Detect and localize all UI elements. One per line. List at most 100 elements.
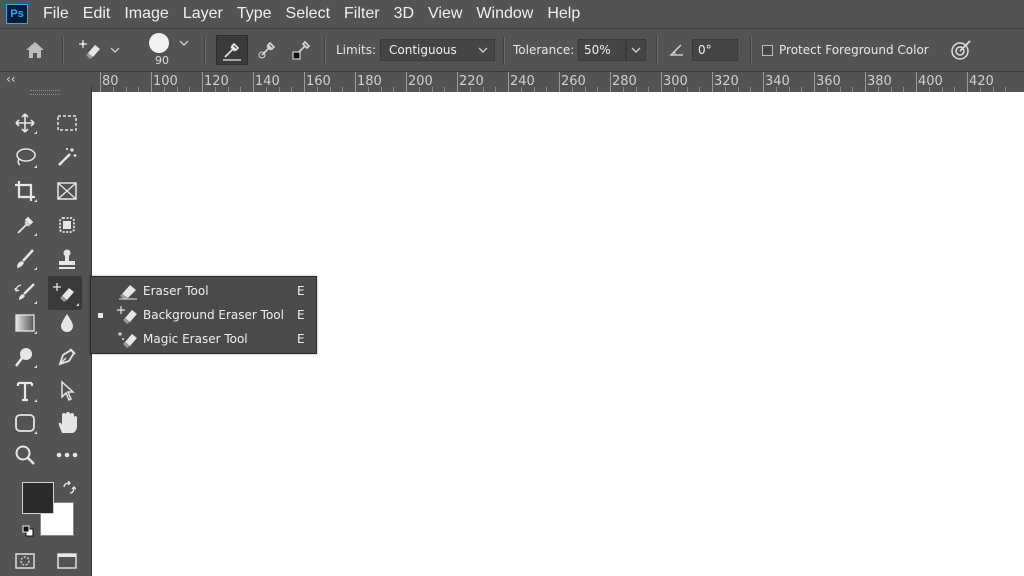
ruler-major-tick bbox=[865, 72, 866, 92]
flyout-item-label: Background Eraser Tool bbox=[143, 308, 284, 322]
flyout-item-eraser[interactable]: Eraser Tool E bbox=[91, 279, 316, 303]
panel-grip[interactable] bbox=[30, 90, 60, 95]
pen-tool[interactable] bbox=[52, 342, 82, 372]
background-eraser-icon bbox=[117, 306, 137, 324]
menu-image[interactable]: Image bbox=[117, 0, 175, 28]
screen-mode-button[interactable] bbox=[52, 546, 82, 576]
tool-group-flag bbox=[34, 165, 37, 168]
arrow-pointer-icon bbox=[61, 380, 75, 402]
hand-tool[interactable] bbox=[52, 408, 82, 438]
ruler-major-tick bbox=[355, 72, 356, 92]
ruler-major-tick bbox=[610, 72, 611, 92]
ruler-major-tick bbox=[202, 72, 203, 92]
selected-indicator bbox=[98, 313, 103, 318]
frame-tool[interactable] bbox=[52, 176, 82, 206]
dodge-tool[interactable] bbox=[10, 342, 40, 372]
gradient-tool[interactable] bbox=[10, 308, 40, 338]
tool-preset-picker[interactable] bbox=[74, 29, 124, 71]
menu-layer[interactable]: Layer bbox=[176, 0, 230, 28]
pressure-size-button[interactable] bbox=[946, 29, 976, 71]
menu-view[interactable]: View bbox=[421, 0, 469, 28]
eyedropper-continuous-icon bbox=[223, 42, 241, 61]
tool-group-flag bbox=[76, 303, 79, 306]
sampling-once-button[interactable] bbox=[252, 29, 282, 71]
tolerance-label: Tolerance: bbox=[513, 43, 575, 57]
menu-select[interactable]: Select bbox=[279, 0, 337, 28]
rectangle-tool[interactable] bbox=[10, 408, 40, 438]
spot-healing-tool[interactable] bbox=[52, 210, 82, 240]
crop-tool[interactable] bbox=[10, 176, 40, 206]
limits-dropdown[interactable]: Contiguous bbox=[380, 39, 495, 61]
tool-group-flag bbox=[34, 365, 37, 368]
chevron-down-icon bbox=[179, 40, 189, 46]
angle-input[interactable]: 0° bbox=[692, 39, 738, 61]
ruler-major-tick bbox=[304, 72, 305, 92]
brush-picker[interactable]: 90 bbox=[144, 29, 194, 71]
path-selection-tool[interactable] bbox=[52, 376, 82, 406]
menu-type[interactable]: Type bbox=[230, 0, 279, 28]
menu-window[interactable]: Window bbox=[469, 0, 540, 28]
home-button[interactable] bbox=[20, 29, 50, 71]
quick-mask-button[interactable] bbox=[10, 546, 40, 576]
limits-label-wrap: Limits: bbox=[336, 29, 376, 71]
sampling-background-swatch-button[interactable] bbox=[286, 29, 316, 71]
horizontal-ruler: 80 100 120 140 160 180 200 220 240 260 280 300 320 34… bbox=[92, 72, 1024, 93]
tolerance-input[interactable]: 50% bbox=[578, 39, 626, 61]
clone-stamp-tool[interactable] bbox=[52, 244, 82, 274]
ruler-major-tick bbox=[559, 72, 560, 92]
edit-toolbar-button[interactable] bbox=[52, 440, 82, 470]
blur-tool[interactable] bbox=[52, 308, 82, 338]
home-icon bbox=[26, 42, 44, 58]
swap-colors-button[interactable] bbox=[62, 480, 77, 499]
magic-eraser-icon bbox=[118, 332, 137, 348]
sampling-continuous-button[interactable] bbox=[216, 35, 248, 65]
ruler-label: 300 bbox=[663, 74, 688, 89]
menu-file[interactable]: File bbox=[36, 0, 76, 28]
flyout-item-magic-eraser[interactable]: Magic Eraser Tool E bbox=[91, 327, 316, 351]
ruler-label: 380 bbox=[867, 74, 892, 89]
frame-icon bbox=[57, 182, 77, 200]
limits-label: Limits: bbox=[336, 43, 377, 57]
eraser-tool[interactable] bbox=[48, 276, 82, 310]
separator bbox=[503, 37, 505, 65]
brush-preview-icon bbox=[149, 33, 169, 53]
flyout-item-label: Eraser Tool bbox=[143, 284, 209, 298]
ruler-major-tick bbox=[967, 72, 968, 92]
screen-mode-icon bbox=[57, 553, 77, 569]
foreground-color-swatch[interactable] bbox=[22, 482, 54, 514]
menu-help[interactable]: Help bbox=[540, 0, 587, 28]
flyout-item-background-eraser[interactable]: Background Eraser Tool E bbox=[91, 303, 316, 327]
rectangle-marquee-icon bbox=[57, 115, 77, 131]
lasso-tool[interactable] bbox=[10, 142, 40, 172]
tolerance-value: 50% bbox=[584, 43, 611, 57]
zoom-icon bbox=[15, 445, 35, 465]
tool-group-flag bbox=[34, 131, 37, 134]
type-tool[interactable] bbox=[10, 376, 40, 406]
tolerance-label-wrap: Tolerance: bbox=[513, 29, 575, 71]
history-brush-tool[interactable] bbox=[10, 278, 40, 308]
pen-icon bbox=[58, 348, 76, 366]
ruler-label: 320 bbox=[714, 74, 739, 89]
menu-filter[interactable]: Filter bbox=[337, 0, 387, 28]
gradient-icon bbox=[15, 314, 35, 332]
stamp-icon bbox=[59, 249, 75, 269]
move-tool[interactable] bbox=[10, 108, 40, 138]
protect-foreground-checkbox[interactable]: Protect Foreground Color bbox=[762, 29, 932, 71]
magic-wand-icon bbox=[58, 148, 77, 166]
brush-tool[interactable] bbox=[10, 244, 40, 274]
ruler-major-tick bbox=[100, 72, 101, 92]
default-colors-button[interactable] bbox=[22, 522, 34, 541]
tolerance-slider-toggle[interactable] bbox=[626, 39, 646, 61]
eyedropper-tool[interactable] bbox=[10, 210, 40, 240]
marquee-tool[interactable] bbox=[52, 108, 82, 138]
menu-3d[interactable]: 3D bbox=[387, 0, 421, 28]
tool-group-flag bbox=[34, 233, 37, 236]
protect-foreground-label: Protect Foreground Color bbox=[779, 43, 929, 57]
magic-wand-tool[interactable] bbox=[52, 142, 82, 172]
zoom-tool[interactable] bbox=[10, 440, 40, 470]
angle-icon-wrap bbox=[666, 29, 688, 71]
menu-edit[interactable]: Edit bbox=[76, 0, 118, 28]
brush-size: 90 bbox=[155, 54, 169, 67]
collapse-panel-button[interactable]: ‹‹ bbox=[6, 72, 16, 86]
separator bbox=[750, 37, 752, 65]
